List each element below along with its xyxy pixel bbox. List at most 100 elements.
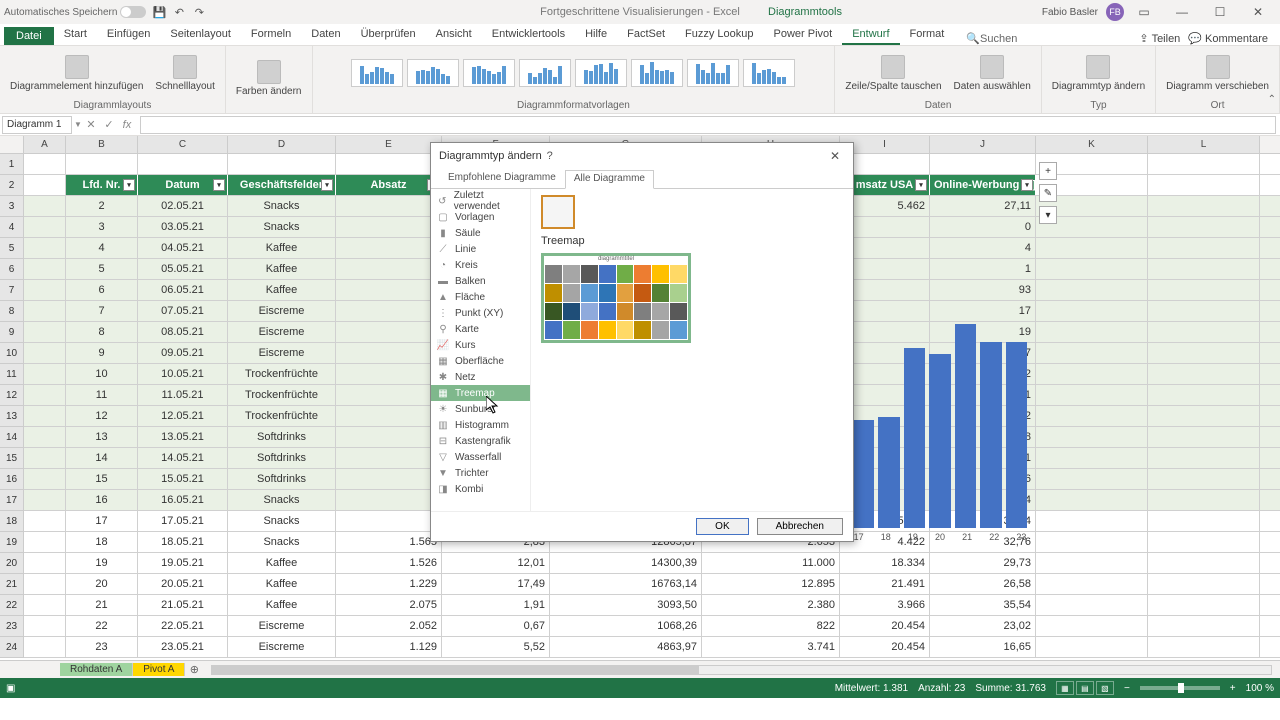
cell[interactable]: 12.05.21 <box>138 406 228 426</box>
tab-file[interactable]: Datei <box>4 27 54 45</box>
cell[interactable]: 1 <box>336 217 442 237</box>
cell[interactable] <box>1148 595 1260 615</box>
sheet-tab-rohdaten[interactable]: Rohdaten A <box>60 663 133 676</box>
cell[interactable]: Eiscreme <box>228 616 336 636</box>
cell[interactable]: 26,58 <box>930 574 1036 594</box>
cell[interactable]: 12,01 <box>442 553 550 573</box>
move-chart-button[interactable]: Diagramm verschieben <box>1162 53 1273 94</box>
normal-view-icon[interactable]: ▦ <box>1056 681 1074 695</box>
row-header[interactable]: 24 <box>0 637 24 658</box>
cell[interactable]: 1 <box>336 469 442 489</box>
cell[interactable]: 1 <box>336 280 442 300</box>
cell[interactable]: 1.229 <box>336 574 442 594</box>
cell[interactable] <box>1148 511 1260 531</box>
dialog-close-icon[interactable]: ✕ <box>825 149 845 163</box>
cell[interactable]: 2.052 <box>336 616 442 636</box>
cell[interactable]: 23 <box>66 637 138 657</box>
tab-factset[interactable]: FactSet <box>617 25 675 45</box>
tab-recommended-charts[interactable]: Empfohlene Diagramme <box>439 169 565 188</box>
cell[interactable]: Snacks <box>228 511 336 531</box>
cell[interactable] <box>1036 574 1148 594</box>
cell[interactable]: Kaffee <box>228 553 336 573</box>
chart-style-thumb[interactable] <box>463 59 515 87</box>
row-header[interactable]: 13 <box>0 406 24 427</box>
cancel-button[interactable]: Abbrechen <box>757 518 843 535</box>
row-header[interactable]: 21 <box>0 574 24 595</box>
chart-type-balken[interactable]: ▬Balken <box>431 273 530 289</box>
cell[interactable]: 02.05.21 <box>138 196 228 216</box>
cell[interactable] <box>24 406 66 426</box>
change-colors-button[interactable]: Farben ändern <box>232 58 306 99</box>
cell[interactable]: 21 <box>66 595 138 615</box>
row-header[interactable]: 2 <box>0 175 24 196</box>
cell[interactable]: 14300,39 <box>550 553 702 573</box>
cell[interactable]: 35,54 <box>930 595 1036 615</box>
cell[interactable]: 13.05.21 <box>138 427 228 447</box>
cell[interactable]: 12 <box>66 406 138 426</box>
filter-dropdown-icon[interactable]: ▾ <box>123 179 135 191</box>
cell[interactable] <box>1036 301 1148 321</box>
treemap-preview[interactable]: diagrammtitel <box>541 253 691 343</box>
cell[interactable]: 3 <box>66 217 138 237</box>
cell[interactable]: 07.05.21 <box>138 301 228 321</box>
cell[interactable] <box>24 448 66 468</box>
treemap-subtype-thumb[interactable] <box>541 195 575 229</box>
cell[interactable]: 03.05.21 <box>138 217 228 237</box>
cell[interactable]: 3.966 <box>840 595 930 615</box>
col-header[interactable]: L <box>1148 136 1260 153</box>
cell[interactable]: 22.05.21 <box>138 616 228 636</box>
chart-type-sunburst[interactable]: ☀Sunburst <box>431 401 530 417</box>
cell[interactable]: Trockenfrüchte <box>228 385 336 405</box>
cell[interactable] <box>1148 406 1260 426</box>
cell[interactable] <box>24 196 66 216</box>
fx-icon[interactable]: fx <box>118 116 136 134</box>
chart-type-trichter[interactable]: ▼Trichter <box>431 465 530 481</box>
undo-icon[interactable]: ↶ <box>172 5 186 19</box>
switch-row-column-button[interactable]: Zeile/Spalte tauschen <box>841 53 945 94</box>
cell[interactable] <box>1148 364 1260 384</box>
cell[interactable]: Snacks <box>228 490 336 510</box>
chart-type-punktxy[interactable]: ⋮Punkt (XY) <box>431 305 530 321</box>
tab-all-charts[interactable]: Alle Diagramme <box>565 170 654 189</box>
headeripa-cell[interactable]: Geschäftsfelder▾ <box>228 175 336 195</box>
row-header[interactable]: 10 <box>0 343 24 364</box>
cell[interactable] <box>1036 595 1148 615</box>
cell[interactable] <box>1036 511 1148 531</box>
cell[interactable]: 1 <box>336 196 442 216</box>
cell[interactable]: Softdrinks <box>228 427 336 447</box>
cell[interactable] <box>1148 280 1260 300</box>
cell[interactable]: 16.05.21 <box>138 490 228 510</box>
cell[interactable]: 18.334 <box>840 553 930 573</box>
table-row[interactable]: 1919.05.21Kaffee1.52612,0114300,3911.000… <box>24 553 1280 574</box>
cell[interactable]: 05.05.21 <box>138 259 228 279</box>
cell[interactable] <box>1036 406 1148 426</box>
col-header[interactable]: D <box>228 136 336 153</box>
cell[interactable] <box>1148 154 1260 174</box>
cell[interactable] <box>1148 490 1260 510</box>
row-header[interactable]: 16 <box>0 469 24 490</box>
chart-style-thumb[interactable] <box>519 59 571 87</box>
cell[interactable]: Eiscreme <box>228 637 336 657</box>
cell[interactable]: 1.129 <box>336 637 442 657</box>
cell[interactable] <box>1036 280 1148 300</box>
chart-style-thumb[interactable] <box>407 59 459 87</box>
cell[interactable]: 1 <box>336 259 442 279</box>
cell[interactable]: 1.565 <box>336 532 442 552</box>
minimize-icon[interactable]: — <box>1164 2 1200 22</box>
cell[interactable]: Eiscreme <box>228 343 336 363</box>
cell[interactable]: 11.05.21 <box>138 385 228 405</box>
row-header[interactable]: 20 <box>0 553 24 574</box>
col-header[interactable]: B <box>66 136 138 153</box>
cell[interactable]: 22 <box>66 616 138 636</box>
cell[interactable]: 6 <box>66 280 138 300</box>
cell[interactable] <box>24 259 66 279</box>
cell[interactable] <box>1148 301 1260 321</box>
cell[interactable] <box>1148 322 1260 342</box>
cell[interactable]: Snacks <box>228 217 336 237</box>
row-header[interactable]: 18 <box>0 511 24 532</box>
col-header[interactable]: E <box>336 136 442 153</box>
user-avatar[interactable]: FB <box>1106 3 1124 21</box>
autosave-toggle[interactable]: Automatisches Speichern <box>4 6 146 18</box>
cell[interactable] <box>24 280 66 300</box>
collapse-ribbon-icon[interactable]: ⌃ <box>1268 94 1276 105</box>
